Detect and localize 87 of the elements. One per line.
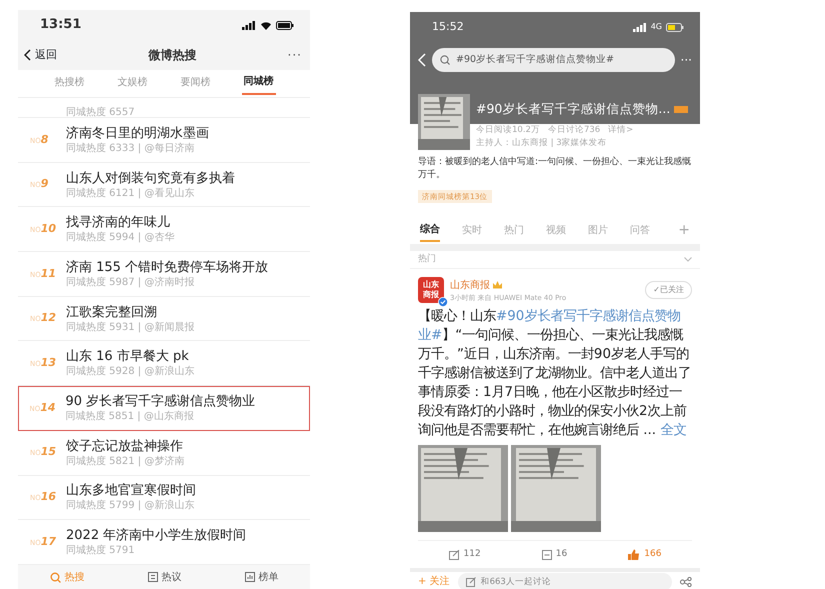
search-icon — [440, 55, 450, 65]
topic-title: 山东人对倒装句究竟有多执着 — [66, 170, 235, 187]
rank-number: 16 — [40, 489, 56, 506]
comment-icon — [542, 550, 552, 560]
like-button[interactable]: 166 — [622, 547, 668, 563]
topic-title: 山东多地官宣寒假时间 — [66, 482, 196, 500]
repost-button[interactable]: 112 — [442, 547, 487, 563]
tab[interactable]: 文娱榜 — [116, 73, 150, 94]
status-time: 15:52 — [432, 18, 464, 35]
search-field[interactable]: #90岁长者写千字感谢信点赞物业# — [432, 48, 675, 72]
heat-meta: 同城热度 5851 | @山东商报 — [66, 410, 195, 424]
post-text: 【暖心！山东#90岁长者写千字感谢信点赞物业#】“一句问候、一份担心、一束光让我感慨万千。”近日，山东济南。一封90岁老人手写的千字感谢信被送到了龙湖物业。信中老人道出了事情原委：1月7日晚，他在小区散步时经过一段没有路灯的小路时，物业的保安小伙2次上前询问他是否需要帮忙，在他婉言谢绝后 ... 全文 — [417, 308, 692, 440]
topic-title: 90 岁长者写千字感谢信点赞物业 — [66, 393, 256, 410]
heat-meta: 同城热度 5994 | @杏华 — [66, 231, 174, 244]
tab[interactable]: 图片 — [588, 221, 608, 241]
chart-icon — [244, 572, 254, 582]
rank-number: 17 — [40, 534, 56, 550]
topic-title: 山东 16 市早餐大 pk — [66, 348, 190, 366]
document-icon — [148, 572, 158, 582]
edit-icon — [466, 576, 476, 587]
share-icon[interactable] — [680, 576, 692, 587]
tab-bar-item[interactable]: 热搜 — [46, 570, 88, 584]
back-icon[interactable] — [418, 53, 426, 67]
signal-icon — [632, 22, 647, 32]
comment-button[interactable]: 16 — [536, 547, 574, 563]
thumbs-up-icon — [628, 549, 640, 560]
rank-number: 13 — [40, 355, 56, 372]
full-text-link[interactable]: 全文 — [660, 423, 686, 438]
share-icon — [448, 550, 460, 560]
heat-meta: 同城热度 5799 | @新浪山东 — [66, 499, 196, 512]
more-button[interactable]: ··· — [680, 51, 692, 69]
more-button[interactable]: ··· — [288, 46, 302, 64]
search-icon — [50, 572, 60, 582]
discussion-count: 今日讨论736 — [548, 124, 600, 137]
crown-icon — [493, 281, 502, 290]
heat-meta: 同城热度 5821 | @梦济南 — [66, 454, 184, 468]
tab[interactable]: 要闻榜 — [178, 73, 212, 94]
comment-field[interactable]: 和663人一起讨论 — [458, 572, 672, 589]
hot-badge-icon — [674, 106, 688, 112]
topic-title: 找寻济南的年味儿 — [66, 214, 171, 232]
heat-meta: 同城热度 6557 — [66, 107, 135, 118]
tab-bar-item[interactable]: 热议 — [144, 570, 186, 584]
rank-number: 12 — [40, 310, 56, 326]
topic-title: 饺子忘记放盐神操作 — [66, 438, 184, 455]
tab[interactable]: 实时 — [462, 221, 482, 241]
verified-icon — [438, 297, 448, 308]
back-button[interactable]: 返回 — [24, 46, 57, 64]
page-title: 微博热搜 — [148, 47, 196, 64]
battery-icon — [666, 22, 684, 32]
tab[interactable]: 同城榜 — [242, 72, 276, 95]
details-link[interactable]: 详情> — [608, 124, 634, 137]
rank-number: 8 — [40, 132, 48, 148]
rank-number: 11 — [40, 266, 56, 282]
heat-meta: 同城热度 6333 | @每日济南 — [66, 142, 196, 155]
battery-icon — [276, 20, 294, 30]
topic-title: 2022 年济南中小学生放假时间 — [66, 527, 246, 544]
tab-bar-item[interactable]: 榜单 — [240, 570, 282, 584]
follow-button[interactable]: ✓已关注 — [645, 281, 692, 300]
heat-meta: 同城热度 5791 — [66, 544, 136, 558]
network-label: 4G — [650, 21, 662, 33]
tab[interactable]: 问答 — [630, 221, 650, 241]
section-label: 热门 — [418, 252, 436, 266]
author-name[interactable]: 山东商报 — [450, 278, 490, 293]
intro-text: 导语：被暖到的老人信中写道:一句问候、一份担心、一束光让我感慨万千。 — [417, 156, 692, 182]
tab[interactable]: 视频 — [546, 221, 566, 241]
rank-number: 15 — [40, 444, 56, 460]
heat-meta: 同城热度 6121 | @看见山东 — [66, 186, 196, 200]
rank-number: 14 — [40, 400, 56, 416]
topic-title: 江歌案完整回溯 — [66, 304, 158, 321]
heat-meta: 同城热度 5928 | @新浪山东 — [66, 365, 194, 378]
follow-button[interactable]: + 关注 — [418, 574, 450, 589]
tab[interactable]: 热搜榜 — [52, 73, 86, 94]
topic-title: 济南 155 个错时免费停车场将开放 — [66, 258, 268, 276]
topic-title: 济南冬日里的明湖水墨画 — [66, 124, 209, 142]
read-count: 今日阅读10.2万 — [476, 124, 540, 137]
rank-number: 10 — [40, 220, 56, 237]
tab[interactable]: 综合 — [420, 220, 440, 242]
host-info: 主持人：山东商报 | 3家媒体发布 — [476, 137, 608, 150]
topic-title: #90岁长者写千字感谢信点赞物... — [476, 100, 670, 118]
rank-number: 9 — [40, 176, 48, 192]
tab[interactable]: 热门 — [504, 221, 524, 241]
wifi-icon — [260, 20, 272, 30]
heat-meta: 同城热度 5931 | @新闻晨报 — [66, 320, 194, 334]
status-time: 13:51 — [40, 16, 82, 34]
signal-icon — [242, 20, 256, 30]
heat-meta: 同城热度 5987 | @济南时报 — [66, 276, 196, 289]
back-icon — [24, 49, 31, 61]
